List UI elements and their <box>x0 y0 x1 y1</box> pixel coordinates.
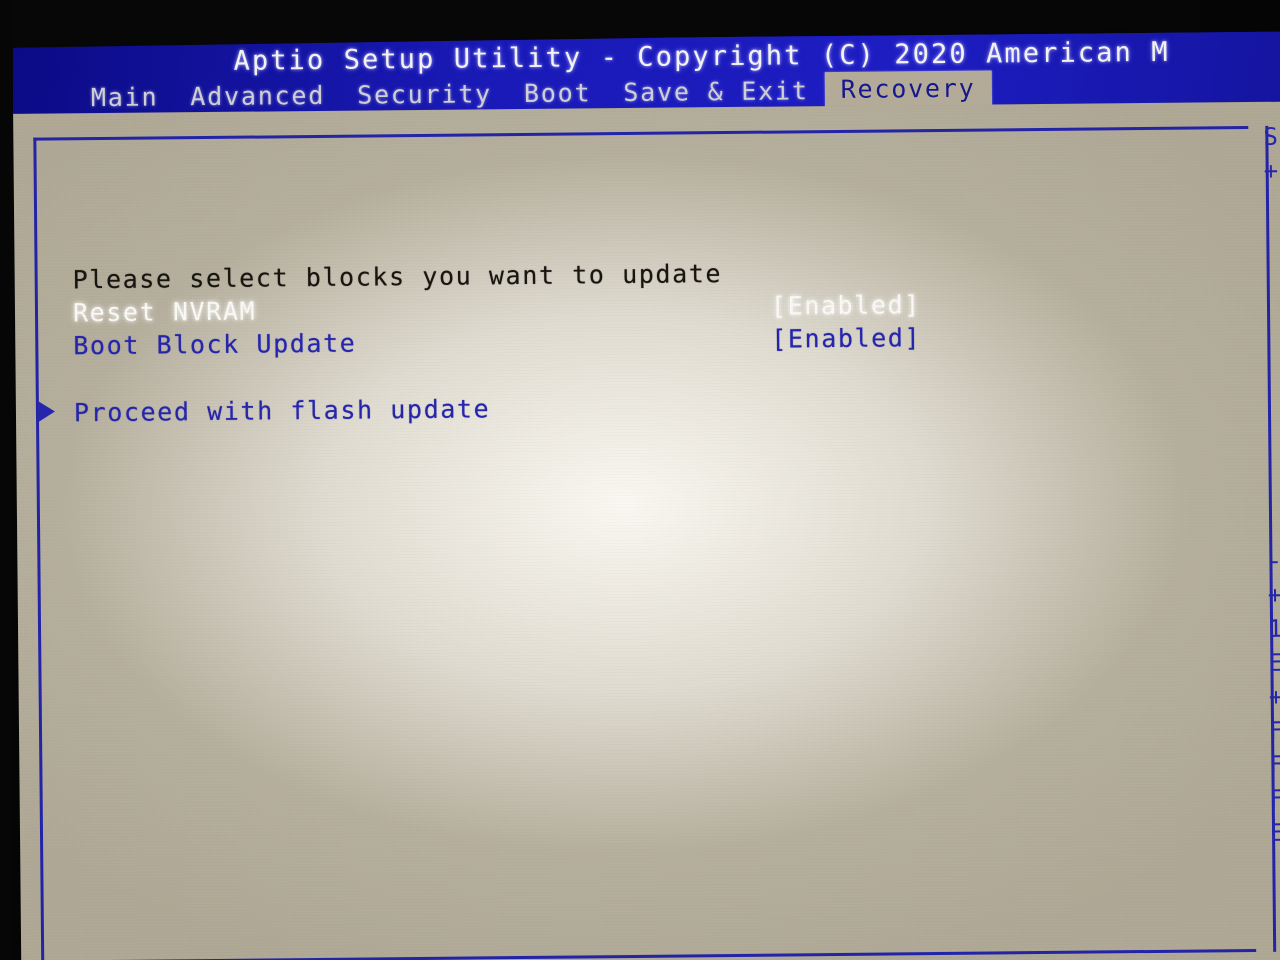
help-key-line-6: F <box>1269 750 1280 779</box>
tab-main[interactable]: Main <box>75 81 175 116</box>
monitor-bezel-left <box>0 0 13 960</box>
instruction-text: Please select blocks you want to update <box>72 259 723 295</box>
tab-recovery[interactable]: Recovery <box>824 70 992 110</box>
help-key-line-7: F <box>1269 784 1280 813</box>
help-line-clipped-0: S <box>1263 122 1279 151</box>
option-value-reset-nvram[interactable]: [Enabled] <box>771 290 921 320</box>
bios-body: Please select blocks you want to update … <box>13 101 1280 960</box>
help-key-line-1: + <box>1267 580 1280 609</box>
option-label-reset-nvram: Reset NVRAM <box>72 296 257 328</box>
option-label-boot-block-update: Boot Block Update <box>73 328 357 361</box>
help-sidebar-top: S + <box>1263 119 1280 187</box>
help-key-line-0: - <box>1267 546 1280 575</box>
recovery-options-list: Please select blocks you want to update … <box>38 254 1235 431</box>
help-key-line-3: E <box>1268 648 1280 677</box>
option-value-boot-block-update[interactable]: [Enabled] <box>771 323 921 353</box>
help-key-line-8: E <box>1269 818 1280 847</box>
proceed-with-flash-update-label[interactable]: Proceed with flash update <box>74 394 491 427</box>
help-key-line-2: 1 <box>1267 614 1280 643</box>
content-panel-border <box>33 126 1257 960</box>
help-line-clipped-1: + <box>1263 156 1280 185</box>
help-sidebar-keys: - + 1 E + F F F E <box>1267 543 1280 849</box>
help-key-line-4: + <box>1268 682 1280 711</box>
help-key-line-5: F <box>1268 716 1280 745</box>
bios-screen-photo: Aptio Setup Utility - Copyright (C) 2020… <box>0 0 1280 960</box>
triangle-right-icon <box>38 401 56 422</box>
tab-boot[interactable]: Boot <box>508 77 608 112</box>
monitor-surface: Aptio Setup Utility - Copyright (C) 2020… <box>0 0 1280 960</box>
